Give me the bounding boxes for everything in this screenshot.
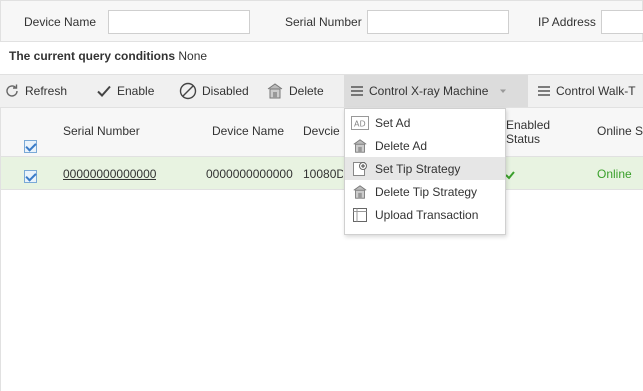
- ad-icon: AD: [351, 115, 369, 130]
- ip-address-label: IP Address: [538, 15, 596, 29]
- header-device-name[interactable]: Device Name: [212, 124, 284, 138]
- menu-item-set-ad[interactable]: AD Set Ad: [345, 111, 505, 134]
- table-header: Serial Number Device Name Devcie Enabled…: [1, 108, 643, 157]
- delete-icon: [353, 184, 367, 199]
- menu-item-delete-ad-label: Delete Ad: [375, 138, 428, 153]
- menu-item-upload-transaction[interactable]: Upload Transaction: [345, 203, 505, 226]
- toolbar: Refresh Enable Disabled Delete Control X…: [0, 74, 643, 108]
- menu-lines-icon: [538, 86, 550, 96]
- refresh-label: Refresh: [25, 84, 68, 98]
- serial-number-label: Serial Number: [285, 15, 362, 29]
- select-all-checkbox[interactable]: [24, 140, 37, 153]
- header-online-status[interactable]: Online S: [597, 124, 643, 138]
- svg-text:AD: AD: [354, 119, 366, 128]
- upload-icon: [353, 207, 367, 222]
- menu-item-delete-tip-strategy-label: Delete Tip Strategy: [375, 184, 478, 199]
- serial-number-link[interactable]: 00000000000000: [63, 167, 156, 181]
- search-bar: Device Name Serial Number IP Address: [0, 0, 643, 42]
- menu-item-set-ad-label: Set Ad: [375, 115, 411, 130]
- menu-item-delete-ad[interactable]: Delete Ad: [345, 134, 505, 157]
- control-xray-machine-label: Control X-ray Machine: [369, 84, 489, 98]
- checkmark-icon: [97, 85, 111, 97]
- control-walk-through-button[interactable]: Control Walk-T: [537, 75, 636, 107]
- delete-label: Delete: [289, 84, 324, 98]
- device-name-label: Device Name: [24, 15, 97, 29]
- control-xray-machine-menu: AD Set Ad Delete Ad Set Tip Strategy Del…: [344, 108, 506, 235]
- row-checkbox[interactable]: [24, 170, 37, 183]
- menu-item-set-tip-strategy[interactable]: Set Tip Strategy: [345, 157, 505, 180]
- ip-address-input[interactable]: [601, 10, 643, 34]
- query-conditions: The current query conditions None: [9, 49, 207, 63]
- refresh-icon: [6, 84, 18, 97]
- header-serial-number[interactable]: Serial Number: [63, 124, 140, 138]
- enable-button[interactable]: Enable: [96, 75, 154, 107]
- cell-device-type: 10080D: [303, 167, 343, 181]
- menu-item-delete-tip-strategy[interactable]: Delete Tip Strategy: [345, 180, 505, 203]
- control-walk-through-label: Control Walk-T: [556, 84, 636, 98]
- menu-item-set-tip-strategy-label: Set Tip Strategy: [375, 161, 461, 176]
- header-device-type[interactable]: Devcie: [303, 124, 343, 138]
- add-document-icon: [353, 161, 367, 176]
- enable-label: Enable: [117, 84, 155, 98]
- menu-item-upload-transaction-label: Upload Transaction: [375, 207, 479, 222]
- device-name-input[interactable]: [108, 10, 250, 34]
- serial-number-input[interactable]: [367, 10, 509, 34]
- chevron-down-icon: [500, 89, 507, 93]
- cell-serial-number[interactable]: 00000000000000: [63, 167, 156, 181]
- header-enabled-status[interactable]: Enabled Status: [506, 118, 562, 146]
- disabled-button[interactable]: Disabled: [179, 75, 249, 107]
- query-conditions-value: None: [178, 49, 208, 63]
- cell-device-name: 0000000000000: [206, 167, 293, 181]
- menu-lines-icon: [351, 86, 363, 96]
- device-table: Serial Number Device Name Devcie Enabled…: [0, 108, 643, 391]
- disabled-icon: [179, 82, 197, 100]
- cell-online-status: Online: [597, 167, 632, 181]
- delete-icon: [267, 83, 283, 99]
- disabled-label: Disabled: [202, 84, 249, 98]
- enabled-status-icon: [505, 171, 515, 180]
- delete-button[interactable]: Delete: [266, 75, 324, 107]
- control-xray-machine-button[interactable]: Control X-ray Machine: [344, 75, 528, 107]
- delete-icon: [353, 138, 367, 153]
- query-conditions-label: The current query conditions: [9, 49, 176, 63]
- table-row[interactable]: 00000000000000 0000000000000 10080D Onli…: [1, 157, 643, 190]
- refresh-button[interactable]: Refresh: [4, 75, 67, 107]
